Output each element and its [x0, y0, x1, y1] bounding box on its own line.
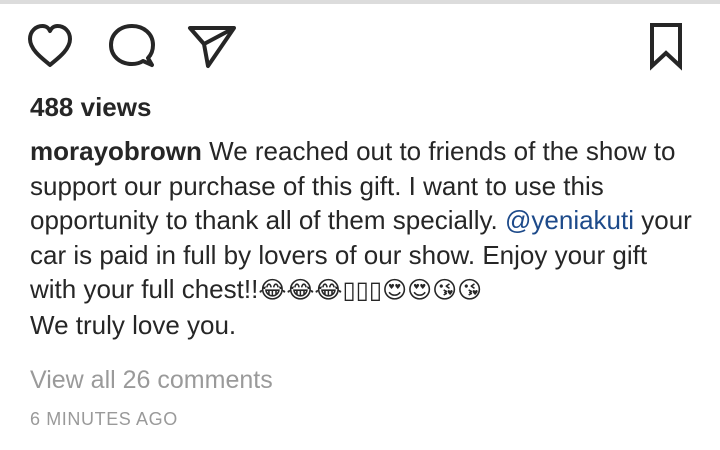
caption-closing-line: We truly love you.: [30, 309, 237, 340]
view-all-comments-link[interactable]: View all 26 comments: [30, 366, 273, 395]
bookmark-icon: [650, 23, 682, 71]
mention-link[interactable]: @yeniakuti: [505, 205, 634, 235]
caption-emojis: 😂😂😂▯▯▯😍😍😘😘: [258, 276, 483, 304]
heart-icon: [28, 24, 72, 67]
top-divider: [0, 0, 720, 4]
save-button[interactable]: [640, 20, 692, 72]
caption-username[interactable]: morayobrown: [30, 136, 202, 166]
post-caption: morayobrown We reached out to friends of…: [30, 134, 700, 342]
post-timestamp: 6 MINUTES AGO: [30, 409, 178, 429]
like-button[interactable]: [24, 20, 76, 72]
comment-button[interactable]: [106, 20, 158, 72]
share-button[interactable]: [186, 20, 238, 72]
view-count: 488 views: [30, 92, 152, 122]
post-action-bar: [0, 20, 720, 76]
comment-bubble-icon: [109, 24, 155, 67]
paper-plane-icon: [188, 26, 236, 68]
